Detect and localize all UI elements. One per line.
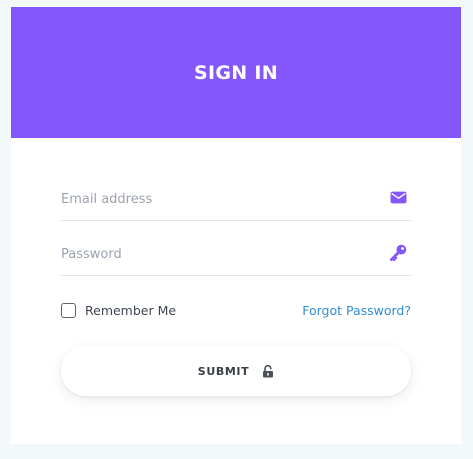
password-field[interactable] bbox=[61, 243, 371, 265]
submit-button[interactable]: SUBMIT bbox=[61, 346, 411, 396]
email-field[interactable] bbox=[61, 188, 371, 210]
email-field-wrapper bbox=[61, 180, 411, 221]
options-row: Remember Me Forgot Password? bbox=[61, 301, 411, 325]
sign-in-header: SIGN IN bbox=[11, 7, 461, 138]
submit-label: SUBMIT bbox=[197, 364, 250, 378]
page-title: SIGN IN bbox=[194, 61, 278, 84]
remember-me[interactable]: Remember Me bbox=[61, 303, 176, 318]
remember-me-label: Remember Me bbox=[85, 303, 177, 318]
password-field-wrapper bbox=[61, 235, 411, 276]
remember-me-checkbox[interactable] bbox=[61, 303, 76, 318]
envelope-icon bbox=[390, 191, 407, 204]
sign-in-card: SIGN IN Remember Me Forgot Password? SUB… bbox=[11, 7, 461, 444]
key-icon bbox=[390, 244, 407, 261]
unlock-icon bbox=[263, 364, 274, 377]
forgot-password-link[interactable]: Forgot Password? bbox=[302, 303, 411, 318]
